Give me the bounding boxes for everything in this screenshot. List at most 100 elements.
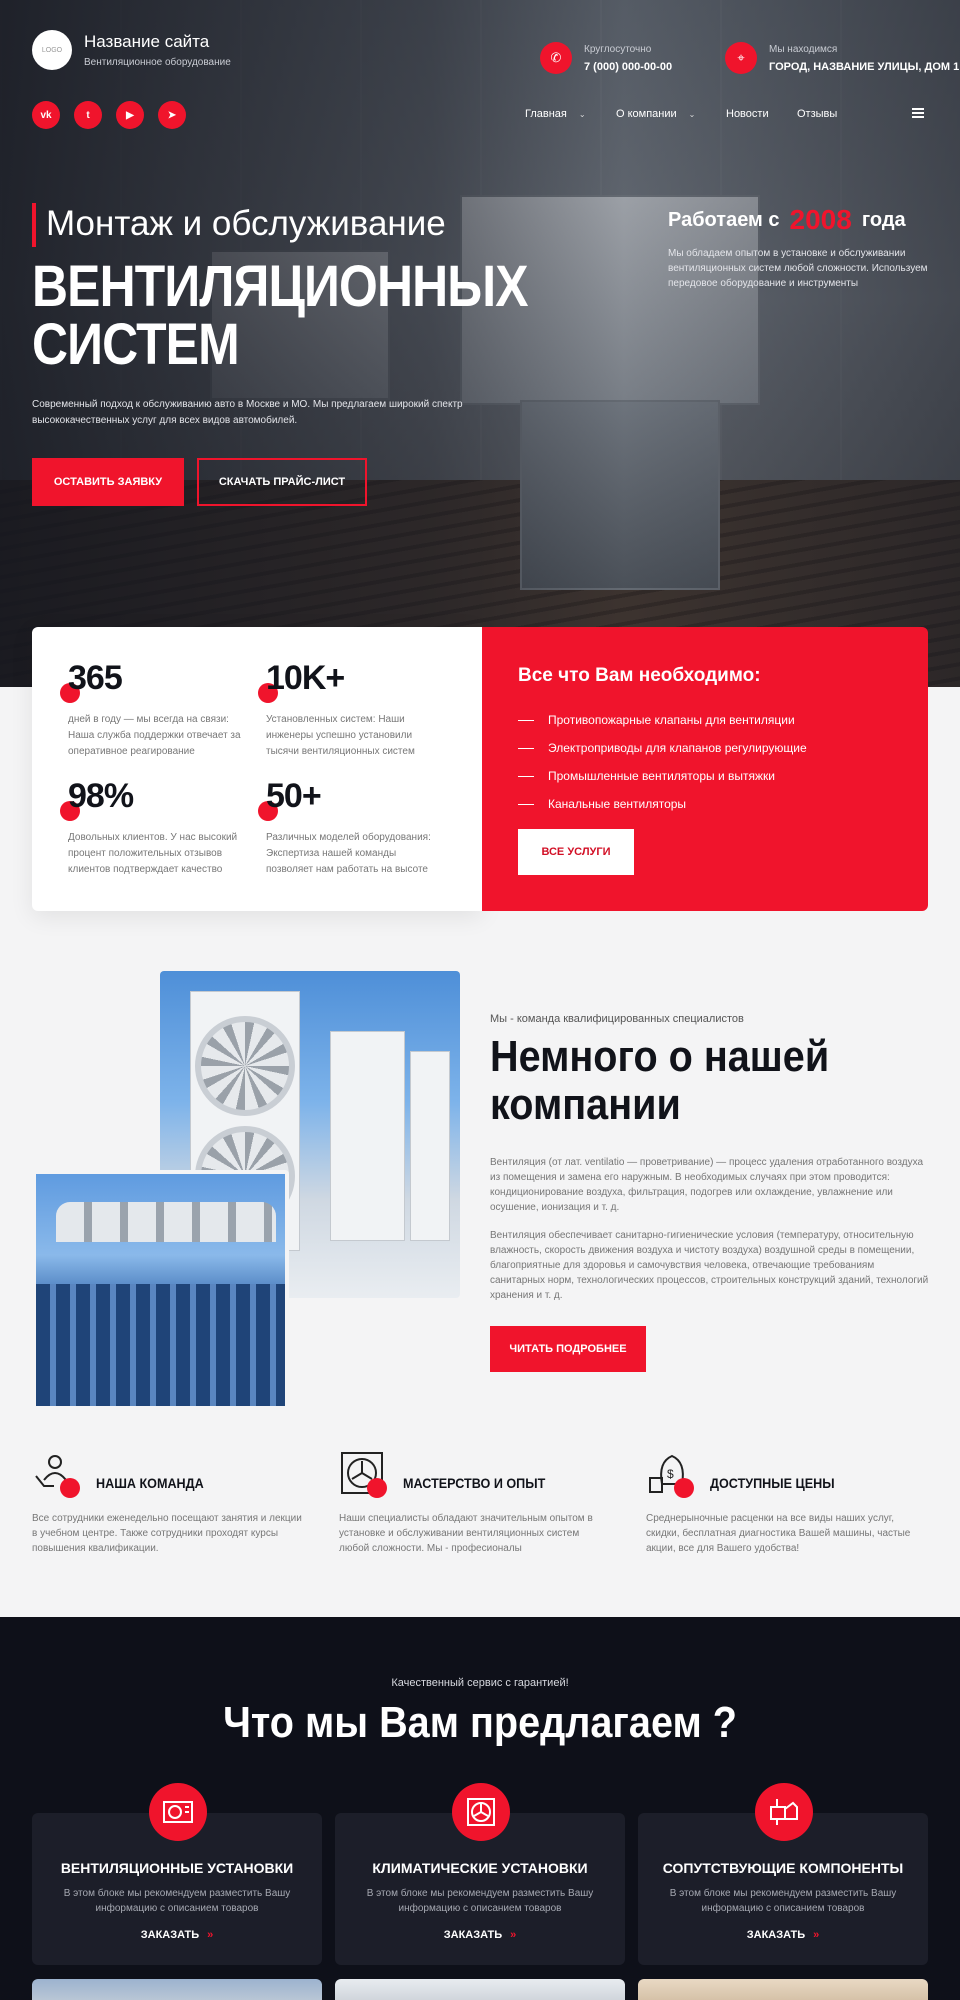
services-panel: Все что Вам необходимо: Противопожарные … bbox=[482, 627, 928, 911]
hero-title-line: СИСТЕМ bbox=[32, 312, 240, 377]
roof-image bbox=[32, 1170, 289, 1410]
icon-dot bbox=[367, 1478, 387, 1498]
contact-value: ГОРОД, НАЗВАНИЕ УЛИЦЫ, ДОМ 1 bbox=[769, 61, 960, 73]
request-button[interactable]: ОСТАВИТЬ ЗАЯВКУ bbox=[32, 458, 184, 506]
feature-title: НАША КОМАНДА bbox=[96, 1475, 204, 1491]
service-label: Электроприводы для клапанов регулирующие bbox=[548, 741, 807, 755]
team-icon bbox=[32, 1450, 80, 1498]
contact-label: Мы находимся bbox=[769, 44, 838, 55]
order-label: ЗАКАЗАТЬ bbox=[140, 1929, 200, 1941]
offer-card[interactable]: КЛИМАТИЧЕСКИЕ УСТАНОВКИ В этом блоке мы … bbox=[335, 1783, 625, 1965]
fan-unit-icon bbox=[452, 1783, 510, 1841]
product-image bbox=[335, 1979, 625, 2000]
hero-title-big: ВЕНТИЛЯЦИОННЫХ СИСТЕМ bbox=[32, 254, 529, 377]
contact-value[interactable]: 7 (000) 000-00-00 bbox=[584, 61, 672, 73]
service-item[interactable]: Противопожарные клапаны для вентиляции bbox=[518, 713, 795, 727]
read-more-button[interactable]: ЧИТАТЬ ПОДРОБНЕЕ bbox=[490, 1326, 646, 1372]
phone-icon: ✆ bbox=[540, 42, 572, 74]
work-description: Мы обладаем опытом в установке и обслужи… bbox=[668, 248, 928, 289]
offer-card[interactable]: СОПУТСТВУЮЩИЕ КОМПОНЕНТЫ В этом блоке мы… bbox=[638, 1783, 928, 1965]
work-suffix: года bbox=[861, 208, 906, 231]
nav-label: О компании bbox=[616, 108, 677, 120]
service-item[interactable]: Канальные вентиляторы bbox=[518, 797, 686, 811]
chevron-down-icon: ⌄ bbox=[688, 110, 696, 119]
site-title[interactable]: Название сайта bbox=[84, 32, 209, 52]
twitter-icon[interactable]: t bbox=[74, 101, 102, 129]
logo[interactable]: LOGO bbox=[32, 30, 72, 70]
offer-text: В этом блоке мы рекомендуем разместить В… bbox=[669, 1888, 897, 1914]
double-chevron-icon: » bbox=[207, 1929, 214, 1941]
nav-item-news[interactable]: Новости bbox=[726, 108, 769, 120]
feature-text: Все сотрудники еженедельно посещают заня… bbox=[32, 1513, 302, 1554]
contact-address: ⌖ Мы находимся ГОРОД, НАЗВАНИЕ УЛИЦЫ, ДО… bbox=[725, 42, 959, 74]
roof-vents bbox=[56, 1202, 276, 1242]
all-services-button[interactable]: ВСЕ УСЛУГИ bbox=[518, 829, 634, 875]
service-label: Противопожарные клапаны для вентиляции bbox=[548, 713, 795, 727]
icon-dot bbox=[674, 1478, 694, 1498]
dash-icon bbox=[518, 747, 534, 749]
service-item[interactable]: Электроприводы для клапанов регулирующие bbox=[518, 741, 807, 755]
fan-icon bbox=[339, 1450, 387, 1498]
about-title: Немного о нашей компании bbox=[490, 1032, 830, 1129]
menu-icon[interactable] bbox=[912, 108, 924, 118]
offers-title: Что мы Вам предлагаем ? bbox=[223, 1698, 737, 1747]
service-item[interactable]: Промышленные вентиляторы и вытяжки bbox=[518, 769, 775, 783]
stats-panel: 365 дней в году — мы всегда на связи: На… bbox=[32, 627, 482, 911]
double-chevron-icon: » bbox=[510, 1929, 517, 1941]
stat-text: дней в году — мы всегда на связи: Наша с… bbox=[68, 714, 241, 757]
components-icon bbox=[755, 1783, 813, 1841]
telegram-icon[interactable]: ➤ bbox=[158, 101, 186, 129]
feature-title: ДОСТУПНЫЕ ЦЕНЫ bbox=[710, 1475, 835, 1491]
site-subtitle: Вентиляционное оборудование bbox=[84, 57, 231, 68]
icon-dot bbox=[60, 1478, 80, 1498]
offer-title: ВЕНТИЛЯЦИОННЫЕ УСТАНОВКИ bbox=[60, 1860, 294, 1876]
order-link[interactable]: ЗАКАЗАТЬ » bbox=[335, 1929, 625, 1941]
stat-value: 10K+ bbox=[266, 659, 345, 697]
services-title: Все что Вам необходимо: bbox=[518, 665, 761, 686]
about-paragraph: Вентиляция обеспечивает санитарно-гигиен… bbox=[490, 1230, 929, 1301]
dash-icon bbox=[518, 775, 534, 777]
stat-text: Довольных клиентов. У нас высокий процен… bbox=[68, 832, 238, 875]
nav-label: Главная bbox=[525, 108, 567, 120]
order-link[interactable]: ЗАКАЗАТЬ » bbox=[32, 1929, 322, 1941]
svg-text:$: $ bbox=[667, 1467, 674, 1481]
nav-item-home[interactable]: Главная ⌄ bbox=[525, 108, 586, 120]
stat-item: 365 дней в году — мы всегда на связи: На… bbox=[60, 659, 243, 760]
location-icon: ⌖ bbox=[725, 42, 757, 74]
stat-value: 50+ bbox=[266, 777, 322, 815]
offer-text: В этом блоке мы рекомендуем разместить В… bbox=[366, 1888, 594, 1914]
feature-text: Среднерыночные расценки на все виды наши… bbox=[646, 1513, 911, 1554]
building-windows bbox=[36, 1284, 285, 1406]
dash-icon bbox=[518, 719, 534, 721]
hero-title-line: ВЕНТИЛЯЦИОННЫХ bbox=[32, 254, 529, 319]
stat-item: 10K+ Установленных систем: Наши инженеры… bbox=[258, 659, 441, 760]
double-chevron-icon: » bbox=[813, 1929, 820, 1941]
hero-title-small: Монтаж и обслуживание bbox=[46, 204, 446, 243]
download-price-button[interactable]: СКАЧАТЬ ПРАЙС-ЛИСТ bbox=[197, 458, 367, 506]
offer-card[interactable]: ВЕНТИЛЯЦИОННЫЕ УСТАНОВКИ В этом блоке мы… bbox=[32, 1783, 322, 1965]
title-accent-bar bbox=[32, 203, 36, 247]
service-label: Канальные вентиляторы bbox=[548, 797, 687, 811]
work-year: 2008 bbox=[789, 204, 852, 235]
work-prefix: Работаем с bbox=[668, 208, 780, 231]
vk-icon[interactable]: vk bbox=[32, 101, 60, 129]
offers-pretitle: Качественный сервис с гарантией! bbox=[391, 1677, 569, 1689]
service-label: Промышленные вентиляторы и вытяжки bbox=[548, 769, 775, 783]
stat-item: 50+ Различных моделей оборудования: Эксп… bbox=[258, 777, 441, 878]
offer-title: СОПУТСТВУЮЩИЕ КОМПОНЕНТЫ bbox=[662, 1860, 904, 1876]
nav-item-about[interactable]: О компании ⌄ bbox=[616, 108, 695, 120]
hero-section: LOGO Название сайта Вентиляционное обору… bbox=[0, 0, 960, 687]
money-icon: $ bbox=[646, 1450, 694, 1498]
stat-item: 98% Довольных клиентов. У нас высокий пр… bbox=[60, 777, 243, 878]
feature-title: МАСТЕРСТВО И ОПЫТ bbox=[403, 1475, 546, 1491]
contact-phone[interactable]: ✆ Круглосуточно 7 (000) 000-00-00 bbox=[540, 42, 672, 74]
dash-icon bbox=[518, 803, 534, 805]
feature-text: Наши специалисты обладают значительным о… bbox=[339, 1513, 593, 1554]
hero-description: Современный подход к обслуживанию авто в… bbox=[32, 399, 463, 426]
stat-value: 98% bbox=[68, 777, 134, 815]
youtube-icon[interactable]: ▶ bbox=[116, 101, 144, 129]
order-link[interactable]: ЗАКАЗАТЬ » bbox=[638, 1929, 928, 1941]
nav-item-reviews[interactable]: Отзывы bbox=[797, 108, 837, 120]
ac-unit-icon bbox=[149, 1783, 207, 1841]
fan-graphic bbox=[195, 1016, 295, 1116]
